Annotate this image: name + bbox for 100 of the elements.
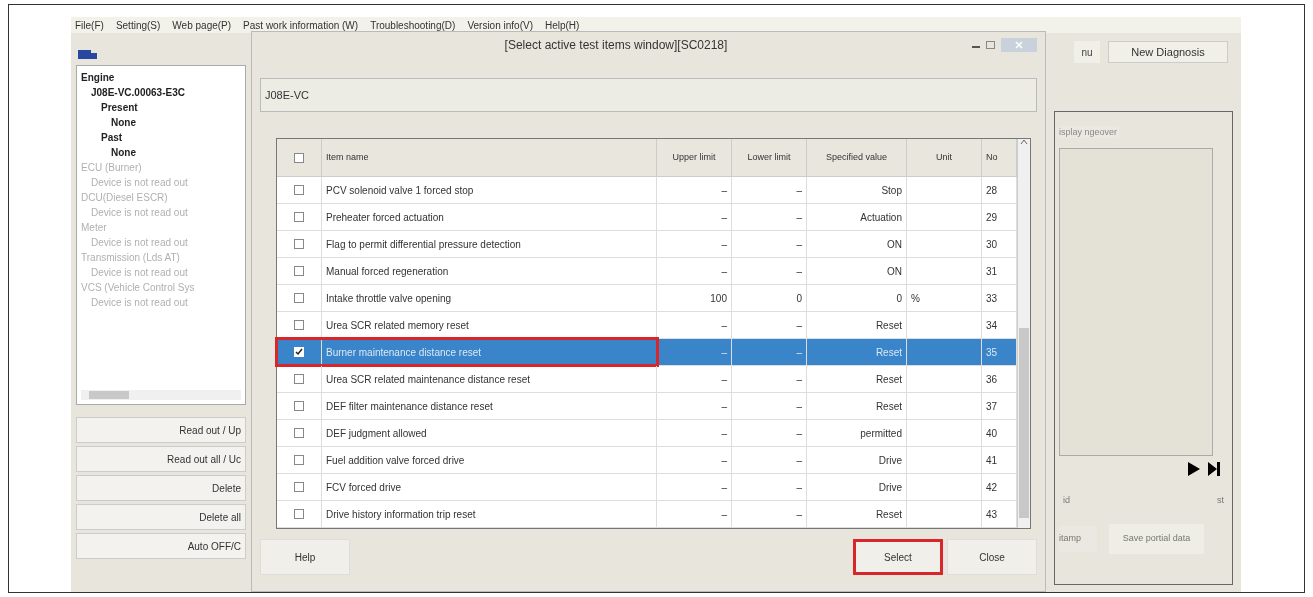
checkbox[interactable] [294, 152, 304, 163]
column-header[interactable]: Item name [322, 139, 657, 176]
menu-button[interactable]: nu [1074, 41, 1100, 63]
new-diagnosis-button[interactable]: New Diagnosis [1108, 41, 1228, 63]
tree-item[interactable]: Present [81, 100, 241, 115]
timestamp-button[interactable]: itamp [1059, 525, 1097, 552]
action-button[interactable]: Read out all / Uc [76, 446, 246, 472]
column-header[interactable]: Unit [907, 139, 982, 176]
table-cell-text: ON [887, 237, 902, 252]
table-cell-text: – [796, 372, 802, 387]
table-cell-text: – [796, 318, 802, 333]
checkbox[interactable] [294, 185, 304, 195]
table-cell-text: Drive history information trip reset [326, 507, 476, 522]
table-cell-text: – [796, 264, 802, 279]
column-header[interactable]: Specified value [807, 139, 907, 176]
table-cell-text: Urea SCR related maintenance distance reset [326, 372, 530, 387]
table-cell-text: Intake throttle valve opening [326, 291, 452, 306]
table-cell-text: – [796, 426, 802, 441]
checkbox[interactable] [294, 374, 304, 384]
dialog-button[interactable]: Close [947, 539, 1037, 575]
checkbox[interactable] [294, 482, 304, 492]
table-cell-text: Reset [875, 399, 902, 414]
range-end-label: st [1217, 494, 1224, 507]
table-row[interactable]: Fuel addition valve forced drive – – Drive 41 [277, 447, 1017, 474]
table-row[interactable]: Flag to permit differential pressure detection – – ON 30 [277, 231, 1017, 258]
table-row[interactable]: Urea SCR related maintenance distance reset – – Reset 36 [277, 366, 1017, 393]
table-cell-text: 42 [986, 480, 998, 495]
menu-item[interactable]: Troubleshooting(D) [370, 17, 456, 33]
action-button[interactable]: Delete all [76, 504, 246, 530]
table-cell-text: – [721, 507, 727, 522]
table-cell-text: – [796, 237, 802, 252]
checkbox[interactable] [294, 212, 304, 222]
table-cell-text: 0 [896, 291, 902, 306]
skip-to-end-icon[interactable] [1208, 462, 1220, 476]
table-cell-text: FCV forced drive [326, 480, 402, 495]
table-row[interactable]: Intake throttle valve opening 100 0 0 % 33 [277, 285, 1017, 312]
scroll-up-icon[interactable] [1020, 139, 1028, 145]
dialog-button[interactable]: Help [260, 539, 350, 575]
maximize-icon[interactable] [986, 41, 995, 49]
save-partial-data-button[interactable]: Save portial data [1109, 523, 1204, 554]
menu-item[interactable]: Version info(V) [467, 17, 533, 33]
menu-item[interactable]: Setting(S) [115, 17, 161, 33]
column-header[interactable]: Upper limit [657, 139, 732, 176]
table-cell-text: DEF judgment allowed [326, 426, 427, 441]
checkbox[interactable] [294, 455, 304, 465]
action-button[interactable]: Read out / Up [76, 417, 246, 443]
table-cell-text: 28 [986, 183, 998, 198]
checkbox[interactable] [294, 347, 304, 357]
table-row[interactable]: Manual forced regeneration – – ON 31 [277, 258, 1017, 285]
table-cell-text: Manual forced regeneration [326, 264, 449, 279]
table-row[interactable]: FCV forced drive – – Drive 42 [277, 474, 1017, 501]
table-cell-text: 41 [986, 453, 998, 468]
table-cell-text: Preheater forced actuation [326, 210, 444, 225]
table-cell-text: 100 [710, 291, 727, 306]
table-row[interactable]: Drive history information trip reset – – Reset 43 [277, 501, 1017, 528]
table-cell-text: 36 [986, 372, 998, 387]
check-icon [295, 348, 303, 356]
table-cell-text: Burner maintenance distance reset [326, 345, 482, 360]
horizontal-scrollbar[interactable] [81, 390, 241, 400]
checkbox[interactable] [294, 401, 304, 411]
table-row[interactable]: Preheater forced actuation – – Actuation 29 [277, 204, 1017, 231]
play-icon[interactable] [1188, 462, 1200, 476]
menu-item[interactable]: File(F) [75, 17, 104, 33]
checkbox[interactable] [294, 266, 304, 276]
table-row[interactable]: DEF filter maintenance distance reset – – Reset 37 [277, 393, 1017, 420]
tree-item[interactable]: J08E-VC.00063-E3C [81, 85, 241, 100]
table-cell-text: PCV solenoid valve 1 forced stop [326, 183, 474, 198]
engine-field[interactable]: J08E-VC [260, 78, 1037, 112]
checkbox[interactable] [294, 509, 304, 519]
table-cell-text: 30 [986, 237, 998, 252]
menu-item[interactable]: Web page(P) [172, 17, 232, 33]
table-cell-text: Reset [875, 345, 902, 360]
table-row[interactable]: PCV solenoid valve 1 forced stop – – Stop 28 [277, 177, 1017, 204]
table-cell-text: Drive [878, 453, 902, 468]
tree-item[interactable]: None [81, 145, 241, 160]
table-row[interactable]: DEF judgment allowed – – permitted 40 [277, 420, 1017, 447]
checkbox[interactable] [294, 428, 304, 438]
table-cell-text: 37 [986, 399, 998, 414]
table-cell-text: – [796, 345, 802, 360]
column-header[interactable]: Lower limit [732, 139, 807, 176]
dialog-button[interactable]: Select [853, 539, 943, 575]
action-button[interactable]: Delete [76, 475, 246, 501]
table-cell-text: – [721, 318, 727, 333]
table-cell-text: 43 [986, 507, 998, 522]
table-cell-text: permitted [860, 426, 902, 441]
checkbox[interactable] [294, 239, 304, 249]
tree-item[interactable]: Past [81, 130, 241, 145]
table-cell-text: 33 [986, 291, 998, 306]
table-cell-text: – [721, 345, 727, 360]
checkbox[interactable] [294, 320, 304, 330]
action-button[interactable]: Auto OFF/C [76, 533, 246, 559]
tree-item[interactable]: Engine [81, 70, 241, 85]
table-cell-text: – [721, 183, 727, 198]
table-cell-text: – [796, 453, 802, 468]
tree-item[interactable]: None [81, 115, 241, 130]
table-cell-text: 31 [986, 264, 998, 279]
menu-item[interactable]: Past work information (W) [243, 17, 359, 33]
checkbox[interactable] [294, 293, 304, 303]
menu-item[interactable]: Help(H) [544, 17, 580, 33]
vertical-scrollbar[interactable] [1017, 139, 1030, 528]
